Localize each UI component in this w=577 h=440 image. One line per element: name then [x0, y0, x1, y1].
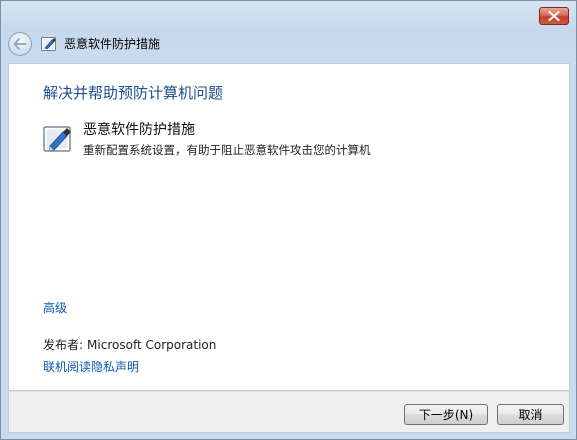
troubleshooter-item-title: 恶意软件防护措施 [83, 122, 195, 138]
back-arrow-icon [13, 38, 27, 50]
troubleshooter-window: 恶意软件防护措施 解决并帮助预防计算机问题 恶意软件防护措施 重新配置系统设置，… [0, 0, 577, 440]
close-icon [548, 11, 560, 21]
publisher-name: Microsoft Corporation [87, 338, 217, 352]
cancel-button[interactable]: 取消 [497, 404, 564, 425]
advanced-link[interactable]: 高级 [43, 300, 67, 316]
troubleshooter-item-description: 重新配置系统设置，有助于阻止恶意软件攻击您的计算机 [83, 143, 371, 157]
close-button[interactable] [539, 7, 569, 25]
publisher-line: 发布者: Microsoft Corporation [43, 337, 216, 353]
privacy-statement-link[interactable]: 联机阅读隐私声明 [43, 359, 139, 375]
troubleshooter-icon [43, 126, 71, 152]
page-heading: 解决并帮助预防计算机问题 [43, 84, 224, 102]
window-title: 恶意软件防护措施 [64, 37, 161, 51]
troubleshooter-small-icon [41, 37, 56, 51]
footer-bar: 下一步(N) 取消 [8, 391, 570, 433]
publisher-label: 发布者: [43, 338, 84, 352]
content-panel: 解决并帮助预防计算机问题 恶意软件防护措施 重新配置系统设置，有助于阻止恶意软件… [8, 63, 570, 391]
back-button[interactable] [8, 32, 32, 56]
next-button[interactable]: 下一步(N) [404, 404, 488, 425]
